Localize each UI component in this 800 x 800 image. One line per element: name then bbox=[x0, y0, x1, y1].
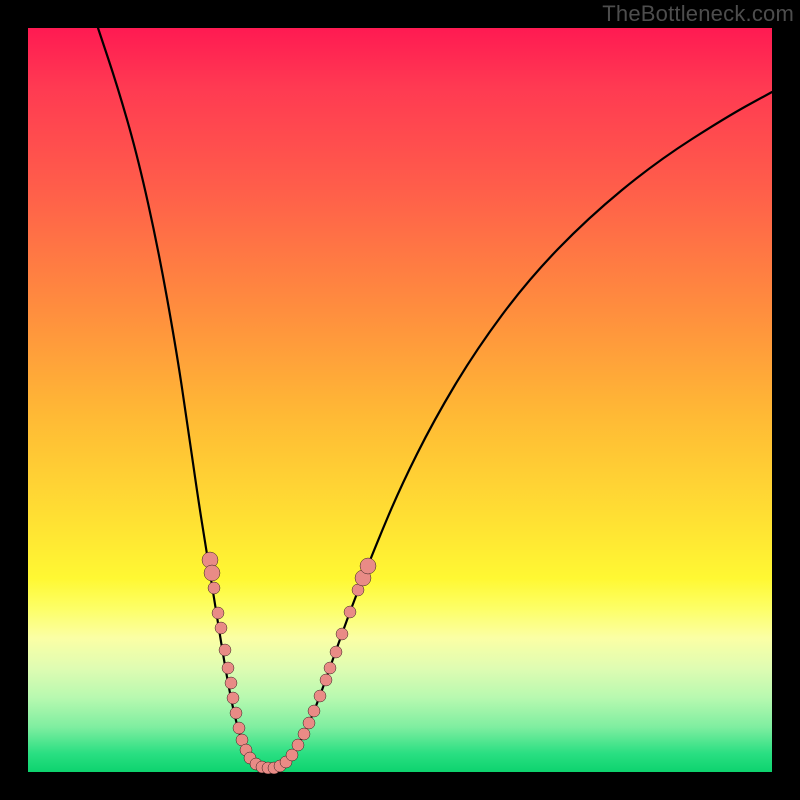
watermark-text: TheBottleneck.com bbox=[602, 1, 794, 27]
data-marker bbox=[208, 582, 220, 594]
data-marker bbox=[233, 722, 245, 734]
data-marker bbox=[219, 644, 231, 656]
data-marker bbox=[303, 717, 315, 729]
data-markers bbox=[202, 552, 376, 774]
data-marker bbox=[292, 739, 304, 751]
data-marker bbox=[336, 628, 348, 640]
chart-svg bbox=[28, 28, 772, 772]
plot-area bbox=[28, 28, 772, 772]
data-marker bbox=[308, 705, 320, 717]
data-marker bbox=[360, 558, 376, 574]
data-marker bbox=[314, 690, 326, 702]
data-marker bbox=[344, 606, 356, 618]
chart-frame: TheBottleneck.com bbox=[0, 0, 800, 800]
data-marker bbox=[324, 662, 336, 674]
data-marker bbox=[225, 677, 237, 689]
data-marker bbox=[204, 565, 220, 581]
data-marker bbox=[215, 622, 227, 634]
data-marker bbox=[298, 728, 310, 740]
data-marker bbox=[227, 692, 239, 704]
data-marker bbox=[320, 674, 332, 686]
data-marker bbox=[212, 607, 224, 619]
data-marker bbox=[222, 662, 234, 674]
bottleneck-curve bbox=[98, 28, 772, 768]
data-marker bbox=[330, 646, 342, 658]
data-marker bbox=[230, 707, 242, 719]
